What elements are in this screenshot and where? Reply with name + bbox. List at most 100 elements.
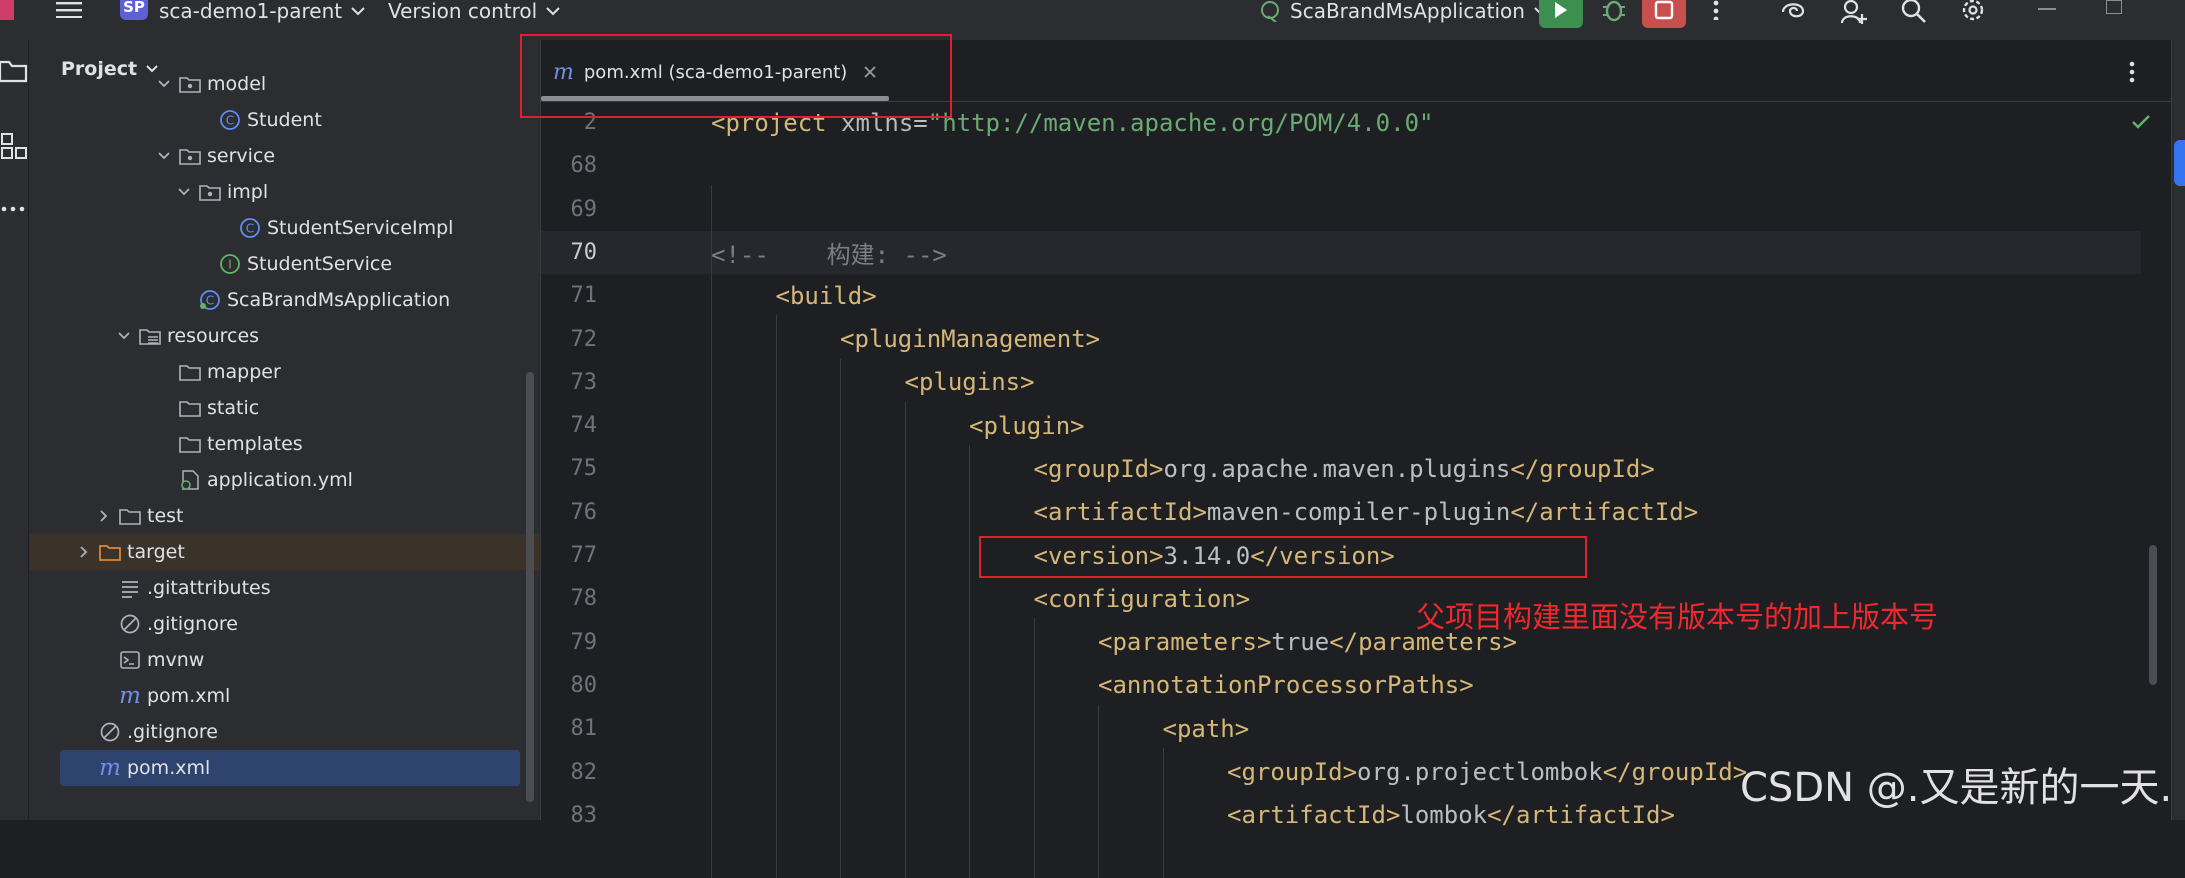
svg-text:C: C	[246, 222, 254, 236]
ignore-file-icon	[119, 613, 141, 635]
code-area[interactable]: 2<project xmlns="http://maven.apache.org…	[541, 102, 2171, 820]
project-badge[interactable]: SP	[120, 0, 148, 20]
code-line[interactable]: 70<!-- 构建: -->	[541, 231, 2141, 274]
tree-item[interactable]: model	[29, 66, 539, 102]
tree-item[interactable]: templates	[29, 426, 539, 462]
code-text: <groupId>org.projectlombok</groupId>	[1227, 758, 1747, 786]
code-text: <pluginManagement>	[840, 325, 1100, 353]
tree-item-label: resources	[167, 325, 259, 347]
tree-item-content: mpom.xml	[77, 757, 210, 779]
tree-item[interactable]: mpom.xml	[60, 750, 520, 786]
tree-item-label: pom.xml	[127, 757, 210, 779]
minimize-window-button[interactable]	[2038, 8, 2056, 10]
code-token: </groupId>	[1510, 455, 1655, 483]
more-actions-icon[interactable]	[1712, 0, 1720, 20]
code-line[interactable]: 71<build>	[541, 274, 2141, 317]
tree-item-label: StudentServiceImpl	[267, 217, 453, 239]
tree-item[interactable]: target	[29, 534, 539, 570]
code-text: <plugin>	[969, 412, 1085, 440]
chevron-down-icon[interactable]	[157, 77, 171, 91]
debug-button[interactable]	[1592, 0, 1636, 28]
ai-assistant-icon[interactable]	[1780, 0, 1806, 22]
tree-item[interactable]: C ScaBrandMsApplication	[29, 282, 539, 318]
tree-item-label: static	[207, 397, 259, 419]
tab-highlight-box	[520, 34, 952, 118]
title-bar: SP sca-demo1-parent Version control ScaB…	[0, 0, 2185, 40]
code-token: lombok	[1400, 801, 1487, 829]
code-line[interactable]: 69	[541, 188, 2141, 231]
tree-item[interactable]: application.yml	[29, 462, 539, 498]
structure-tool-icon[interactable]	[0, 132, 28, 160]
tree-item[interactable]: IStudentService	[29, 246, 539, 282]
stop-button[interactable]	[1642, 0, 1686, 28]
main-menu-icon[interactable]	[56, 0, 82, 18]
run-config-selector[interactable]: ScaBrandMsApplication	[1256, 0, 1549, 22]
tree-item-content: .gitignore	[97, 613, 238, 635]
folder-icon	[179, 361, 201, 383]
tree-item[interactable]: test	[29, 498, 539, 534]
code-line[interactable]: 73<plugins>	[541, 361, 2141, 404]
tree-item[interactable]: mvnw	[29, 642, 539, 678]
chevron-down-icon[interactable]	[157, 149, 171, 163]
app-logo-icon[interactable]	[0, 0, 14, 20]
project-tree-scrollbar[interactable]	[526, 372, 534, 802]
editor-more-actions-icon[interactable]	[2128, 61, 2136, 83]
tree-item[interactable]: impl	[29, 174, 539, 210]
springboot-icon	[1256, 0, 1286, 22]
code-line[interactable]: 76<artifactId>maven-compiler-plugin</art…	[541, 491, 2141, 534]
rerun-button[interactable]	[1539, 0, 1583, 28]
code-line[interactable]: 75<groupId>org.apache.maven.plugins</gro…	[541, 447, 2141, 490]
chevron-down-icon[interactable]	[117, 329, 131, 343]
more-tools-icon[interactable]	[0, 205, 26, 213]
chevron-right-icon[interactable]	[97, 509, 111, 523]
tree-item[interactable]: resources	[29, 318, 539, 354]
line-number: 82	[541, 760, 597, 785]
editor-scrollbar[interactable]	[2149, 545, 2157, 685]
project-tool-folder-icon[interactable]	[0, 57, 28, 83]
tree-item-label: model	[207, 73, 266, 95]
resources-folder-icon	[139, 325, 161, 347]
notifications-badge[interactable]	[2174, 140, 2185, 186]
code-text: <plugins>	[905, 368, 1035, 396]
code-token: "http://maven.apache.org/POM/4.0.0"	[928, 109, 1434, 137]
text-file-icon	[119, 577, 141, 599]
restore-window-button[interactable]	[2106, 0, 2122, 14]
tree-item[interactable]: .gitignore	[29, 606, 539, 642]
tree-item[interactable]: mpom.xml	[29, 678, 539, 714]
tree-item-label: mapper	[207, 361, 281, 383]
search-icon[interactable]	[1901, 0, 1927, 24]
code-line[interactable]: 68	[541, 144, 2141, 187]
code-token: <annotationProcessorPaths>	[1098, 671, 1474, 699]
code-line[interactable]: 80<annotationProcessorPaths>	[541, 664, 2141, 707]
tree-item[interactable]: service	[29, 138, 539, 174]
line-number: 83	[541, 803, 597, 828]
tree-item[interactable]: .gitattributes	[29, 570, 539, 606]
svg-text:C: C	[226, 114, 234, 128]
tree-item[interactable]: .gitignore	[29, 714, 539, 750]
run-config-name: ScaBrandMsApplication	[1290, 0, 1525, 23]
line-number: 72	[541, 327, 597, 352]
chevron-right-icon[interactable]	[77, 545, 91, 559]
code-text: <artifactId>maven-compiler-plugin</artif…	[1034, 498, 1699, 526]
springboot-class-icon: C	[199, 289, 221, 311]
code-token: <parameters>	[1098, 628, 1271, 656]
code-line[interactable]: 72 <pluginManagement>	[541, 318, 2141, 361]
settings-gear-icon[interactable]	[1960, 0, 1986, 24]
tree-item[interactable]: C Student	[29, 102, 539, 138]
tree-item-label: ScaBrandMsApplication	[227, 289, 450, 311]
tree-item-content: .gitattributes	[97, 577, 271, 599]
project-panel: Project modelCStudentserviceimplCStudent…	[29, 40, 541, 820]
interface-icon: I	[219, 253, 241, 275]
version-control-menu[interactable]: Version control	[388, 0, 561, 22]
tree-item[interactable]: static	[29, 390, 539, 426]
tree-item[interactable]: mapper	[29, 354, 539, 390]
line-number: 75	[541, 456, 597, 481]
chevron-down-icon[interactable]	[177, 185, 191, 199]
add-user-icon[interactable]	[1840, 0, 1868, 24]
code-line[interactable]: 74<plugin>	[541, 404, 2141, 447]
code-line[interactable]: 81<path>	[541, 707, 2141, 750]
tree-item-label: Student	[247, 109, 322, 131]
tree-item[interactable]: C StudentServiceImpl	[29, 210, 539, 246]
project-switcher[interactable]: sca-demo1-parent	[159, 0, 366, 22]
tree-item-label: pom.xml	[147, 685, 230, 707]
